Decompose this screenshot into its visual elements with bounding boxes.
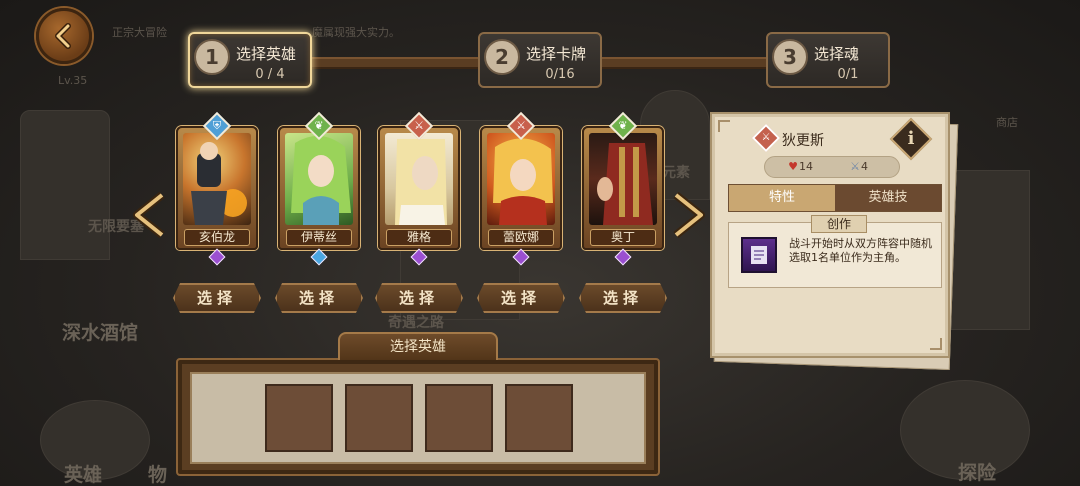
bg-label: 商店 xyxy=(996,116,1018,129)
hero-card-leona[interactable]: 蕾欧娜 ⚔ xyxy=(478,111,564,266)
hero-slot[interactable] xyxy=(425,384,493,452)
hero-name: 蕾欧娜 xyxy=(488,229,554,246)
back-arrow-icon xyxy=(55,23,71,49)
rarity-gem-icon xyxy=(410,248,428,266)
rarity-gem-icon xyxy=(614,248,632,266)
card-frame: 雅格 xyxy=(378,126,460,250)
bg-label: 正宗大冒险 xyxy=(112,26,167,39)
step-number: 2 xyxy=(484,39,520,75)
card-frame: 奥丁 xyxy=(582,126,664,250)
hero-slot[interactable] xyxy=(265,384,333,452)
hero-portrait xyxy=(487,133,555,225)
hero-card-odin[interactable]: 奥丁 ❦ xyxy=(580,111,666,266)
tray-inner xyxy=(190,372,646,464)
panel-corner xyxy=(718,120,730,132)
step-count: 0/16 xyxy=(545,67,575,82)
bg-label: Lv.35 xyxy=(58,74,88,87)
select-hero-button[interactable]: 选择 xyxy=(275,283,363,313)
tray-title: 选择英雄 xyxy=(338,332,498,360)
heart-icon: ♥ xyxy=(788,160,798,173)
bg-label: 魔属现强大实力。 xyxy=(312,26,400,39)
panel-corner xyxy=(930,338,942,350)
step-number: 3 xyxy=(772,39,808,75)
step-title: 选择魂 xyxy=(814,45,860,63)
select-hero-button[interactable]: 选择 xyxy=(173,283,261,313)
hero-stats: ♥14 ⚔4 xyxy=(764,156,900,178)
hero-slot[interactable] xyxy=(345,384,413,452)
hero-slot[interactable] xyxy=(505,384,573,452)
selected-heroes-tray xyxy=(176,358,660,476)
card-frame: 亥伯龙 xyxy=(176,126,258,250)
detail-tabs: 特性 英雄技 xyxy=(728,184,942,212)
info-icon: i xyxy=(907,128,915,149)
hero-card-hyperion[interactable]: 亥伯龙 ⛨ xyxy=(174,111,260,266)
prev-page-arrow-icon[interactable] xyxy=(132,192,166,238)
sword-icon: ⚔ xyxy=(850,160,860,173)
hero-name: 雅格 xyxy=(386,229,452,246)
hero-name: 奥丁 xyxy=(590,229,656,246)
step-count: 0/1 xyxy=(837,67,859,82)
scroll-icon xyxy=(741,237,777,273)
detail-hero-name: 狄更斯 xyxy=(782,133,824,149)
rarity-gem-icon xyxy=(310,248,328,266)
bg-label: 物 xyxy=(148,464,168,486)
next-page-arrow-icon[interactable] xyxy=(672,192,706,238)
skill-description: 战斗开始时从双方阵容中随机选取1名单位作为主角。 xyxy=(789,237,932,264)
hero-name: 亥伯龙 xyxy=(184,229,250,246)
hero-name: 伊蒂丝 xyxy=(286,229,352,246)
step-title: 选择英雄 xyxy=(236,45,297,63)
step-select-card[interactable]: 2 选择卡牌 0/16 xyxy=(478,32,602,88)
bg-label: 英雄 xyxy=(64,464,103,486)
step-number: 1 xyxy=(194,39,230,75)
bg-label: 深水酒馆 xyxy=(62,322,139,344)
hero-portrait xyxy=(385,133,453,225)
step-title: 选择卡牌 xyxy=(526,45,587,63)
tab-hero-skill[interactable]: 英雄技 xyxy=(835,185,941,211)
card-frame: 伊蒂丝 xyxy=(278,126,360,250)
skill-card: 创作 战斗开始时从双方阵容中随机选取1名单位作为主角。 xyxy=(728,215,942,288)
rarity-gem-icon xyxy=(208,248,226,266)
sword-icon: ⚔ xyxy=(751,123,781,153)
card-frame: 蕾欧娜 xyxy=(480,126,562,250)
tab-traits[interactable]: 特性 xyxy=(729,185,835,211)
hero-card-jag[interactable]: 雅格 ⚔ xyxy=(376,111,462,266)
select-hero-button[interactable]: 选择 xyxy=(579,283,667,313)
hero-detail-panel: ⚔ 狄更斯 i ♥14 ⚔4 特性 英雄技 创作 战斗开始时从双方阵容中随机选取… xyxy=(710,112,950,358)
step-count: 0 / 4 xyxy=(255,67,285,82)
hp-stat: ♥14 xyxy=(788,160,813,173)
bg-building xyxy=(20,110,110,260)
back-button[interactable] xyxy=(36,8,92,64)
rarity-gem-icon xyxy=(512,248,530,266)
attack-stat: ⚔4 xyxy=(850,160,868,173)
step-select-soul[interactable]: 3 选择魂 0/1 xyxy=(766,32,890,88)
bg-label: 奇遇之路 xyxy=(388,315,444,331)
select-hero-button[interactable]: 选择 xyxy=(477,283,565,313)
bg-label: 元素 xyxy=(662,165,690,181)
step-select-hero[interactable]: 1 选择英雄 0 / 4 xyxy=(188,32,312,88)
skill-name: 创作 xyxy=(811,215,867,233)
info-button[interactable]: i xyxy=(889,117,933,161)
bg-label: 探险 xyxy=(958,462,997,484)
hero-card-idis[interactable]: 伊蒂丝 ❦ xyxy=(276,111,362,266)
hero-portrait xyxy=(285,133,353,225)
hero-portrait xyxy=(589,133,657,225)
hero-portrait xyxy=(183,133,251,225)
select-hero-button[interactable]: 选择 xyxy=(375,283,463,313)
